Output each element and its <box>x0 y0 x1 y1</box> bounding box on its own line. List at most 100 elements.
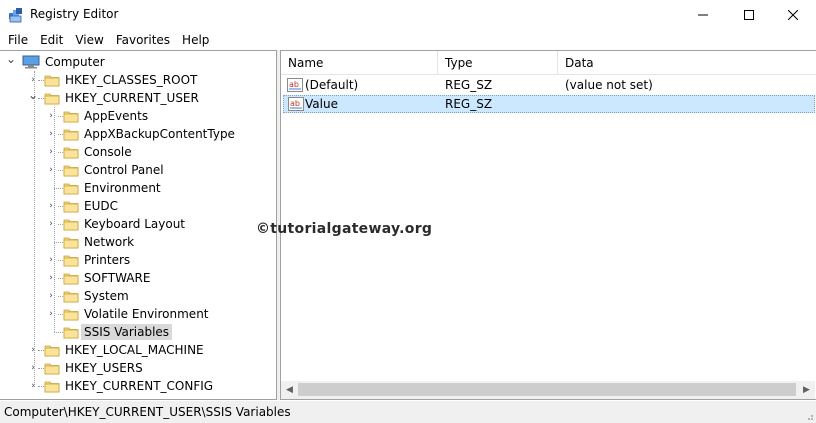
tree-item-label: HKEY_CURRENT_USER <box>65 91 199 105</box>
scroll-right-arrow-icon[interactable]: ▶ <box>798 381 815 399</box>
expand-arrow-icon[interactable]: › <box>46 291 56 301</box>
maximize-button[interactable] <box>726 0 772 30</box>
resize-grip-icon[interactable] <box>804 411 814 421</box>
tree-item-control-panel[interactable]: Control Panel <box>63 161 167 179</box>
folder-icon <box>63 327 79 339</box>
folder-icon <box>63 111 79 123</box>
registry-tree[interactable]: ⌄ Computer › HKEY_CLASSES_ROOT ⌄ HKEY_CURRENT… <box>0 50 277 400</box>
expand-arrow-icon[interactable]: › <box>46 165 56 175</box>
expand-arrow-icon[interactable]: › <box>46 255 56 265</box>
tree-item-label: Network <box>84 235 135 249</box>
tree-item-label: SOFTWARE <box>84 271 151 285</box>
tree-item-hklm[interactable]: HKEY_LOCAL_MACHINE <box>44 341 207 359</box>
tree-item-network[interactable]: Network <box>63 233 137 251</box>
tree-connector <box>54 242 63 243</box>
string-value-icon: ab <box>288 97 304 111</box>
tree-item-label: Volatile Environment <box>84 307 209 321</box>
tree-item-computer[interactable]: Computer <box>22 53 108 71</box>
tree-item-environment[interactable]: Environment <box>63 179 164 197</box>
menu-file[interactable]: File <box>2 30 34 50</box>
status-bar: Computer\HKEY_CURRENT_USER\SSIS Variable… <box>0 401 816 423</box>
value-name: (Default) <box>305 78 359 92</box>
tree-item-printers[interactable]: Printers <box>63 251 133 269</box>
tree-item-label: AppXBackupContentType <box>84 127 235 141</box>
column-header-data[interactable]: Data <box>558 51 816 75</box>
menu-edit[interactable]: Edit <box>34 30 69 50</box>
tree-item-label: Printers <box>84 253 131 267</box>
tree-connector <box>54 188 63 189</box>
minimize-icon <box>698 14 708 16</box>
scroll-left-arrow-icon[interactable]: ◀ <box>281 381 298 399</box>
close-icon <box>788 10 798 20</box>
folder-icon <box>63 129 79 141</box>
column-header-type[interactable]: Type <box>438 51 558 75</box>
expand-arrow-icon[interactable]: › <box>28 381 38 391</box>
folder-icon <box>63 291 79 303</box>
expand-arrow-icon[interactable]: › <box>46 309 56 319</box>
horizontal-scrollbar[interactable]: ◀ ▶ <box>281 381 815 399</box>
tree-item-volatile-environment[interactable]: Volatile Environment <box>63 305 212 323</box>
expand-arrow-icon[interactable]: › <box>46 219 56 229</box>
tree-item-software[interactable]: SOFTWARE <box>63 269 153 287</box>
tree-item-ssis-variables[interactable]: SSIS Variables <box>63 323 173 341</box>
tree-item-label: HKEY_CURRENT_CONFIG <box>65 379 214 393</box>
close-button[interactable] <box>770 0 816 30</box>
svg-text:ab: ab <box>289 80 299 89</box>
status-path: Computer\HKEY_CURRENT_USER\SSIS Variable… <box>4 405 291 419</box>
folder-icon <box>63 309 79 321</box>
expand-arrow-icon[interactable]: › <box>46 201 56 211</box>
tree-item-system[interactable]: System <box>63 287 132 305</box>
expand-arrow-icon[interactable]: › <box>46 273 56 283</box>
folder-icon <box>63 219 79 231</box>
tree-item-hkcr[interactable]: HKEY_CLASSES_ROOT <box>44 71 200 89</box>
tree-item-appxbackupcontenttype[interactable]: AppXBackupContentType <box>63 125 238 143</box>
expand-arrow-icon[interactable]: › <box>46 129 56 139</box>
svg-text:ab: ab <box>290 99 300 108</box>
value-type: REG_SZ <box>445 78 493 92</box>
expand-arrow-icon[interactable]: › <box>46 111 56 121</box>
folder-icon <box>63 201 79 213</box>
tree-item-label: System <box>84 289 129 303</box>
tree-item-hkcu[interactable]: HKEY_CURRENT_USER <box>44 89 202 107</box>
folder-icon <box>44 75 60 87</box>
minimize-button[interactable] <box>680 0 726 30</box>
tree-item-console[interactable]: Console <box>63 143 135 161</box>
expand-arrow-icon[interactable]: › <box>28 363 38 373</box>
list-row-default[interactable]: ab (Default) REG_SZ (value not set) <box>283 77 815 95</box>
registry-editor-icon <box>9 8 22 23</box>
tree-item-hkcc[interactable]: HKEY_CURRENT_CONFIG <box>44 377 216 395</box>
expand-arrow-icon[interactable]: › <box>28 75 38 85</box>
maximize-icon <box>744 10 754 20</box>
folder-icon <box>63 255 79 267</box>
folder-icon <box>63 183 79 195</box>
tree-item-eudc[interactable]: EUDC <box>63 197 121 215</box>
watermark: ©tutorialgateway.org <box>256 221 433 237</box>
tree-item-label: AppEvents <box>84 109 149 123</box>
expand-arrow-icon[interactable]: › <box>28 345 38 355</box>
list-header: Name Type Data <box>281 51 816 75</box>
column-header-name[interactable]: Name <box>281 51 438 75</box>
expand-arrow-icon[interactable]: › <box>46 147 56 157</box>
collapse-arrow-icon[interactable]: ⌄ <box>6 52 16 66</box>
menu-favorites[interactable]: Favorites <box>110 30 176 50</box>
value-data: (value not set) <box>565 78 653 92</box>
menu-view[interactable]: View <box>69 30 109 50</box>
tree-item-label: Console <box>84 145 132 159</box>
list-row-value[interactable]: ab Value REG_SZ <box>283 95 815 113</box>
tree-item-label: Environment <box>84 181 161 195</box>
folder-icon <box>44 381 60 393</box>
tree-item-keyboard-layout[interactable]: Keyboard Layout <box>63 215 188 233</box>
tree-item-hku[interactable]: HKEY_USERS <box>44 359 146 377</box>
tree-connector <box>34 71 35 387</box>
folder-icon <box>63 147 79 159</box>
value-name: Value <box>305 97 338 111</box>
collapse-arrow-icon[interactable]: ⌄ <box>28 88 38 102</box>
scrollbar-thumb[interactable] <box>298 383 796 396</box>
tree-connector <box>54 332 63 333</box>
tree-item-label: HKEY_LOCAL_MACHINE <box>65 343 204 357</box>
tree-item-appevents[interactable]: AppEvents <box>63 107 151 125</box>
folder-icon <box>44 93 60 105</box>
menu-help[interactable]: Help <box>176 30 215 50</box>
tree-item-label: EUDC <box>84 199 118 213</box>
folder-icon <box>63 273 79 285</box>
